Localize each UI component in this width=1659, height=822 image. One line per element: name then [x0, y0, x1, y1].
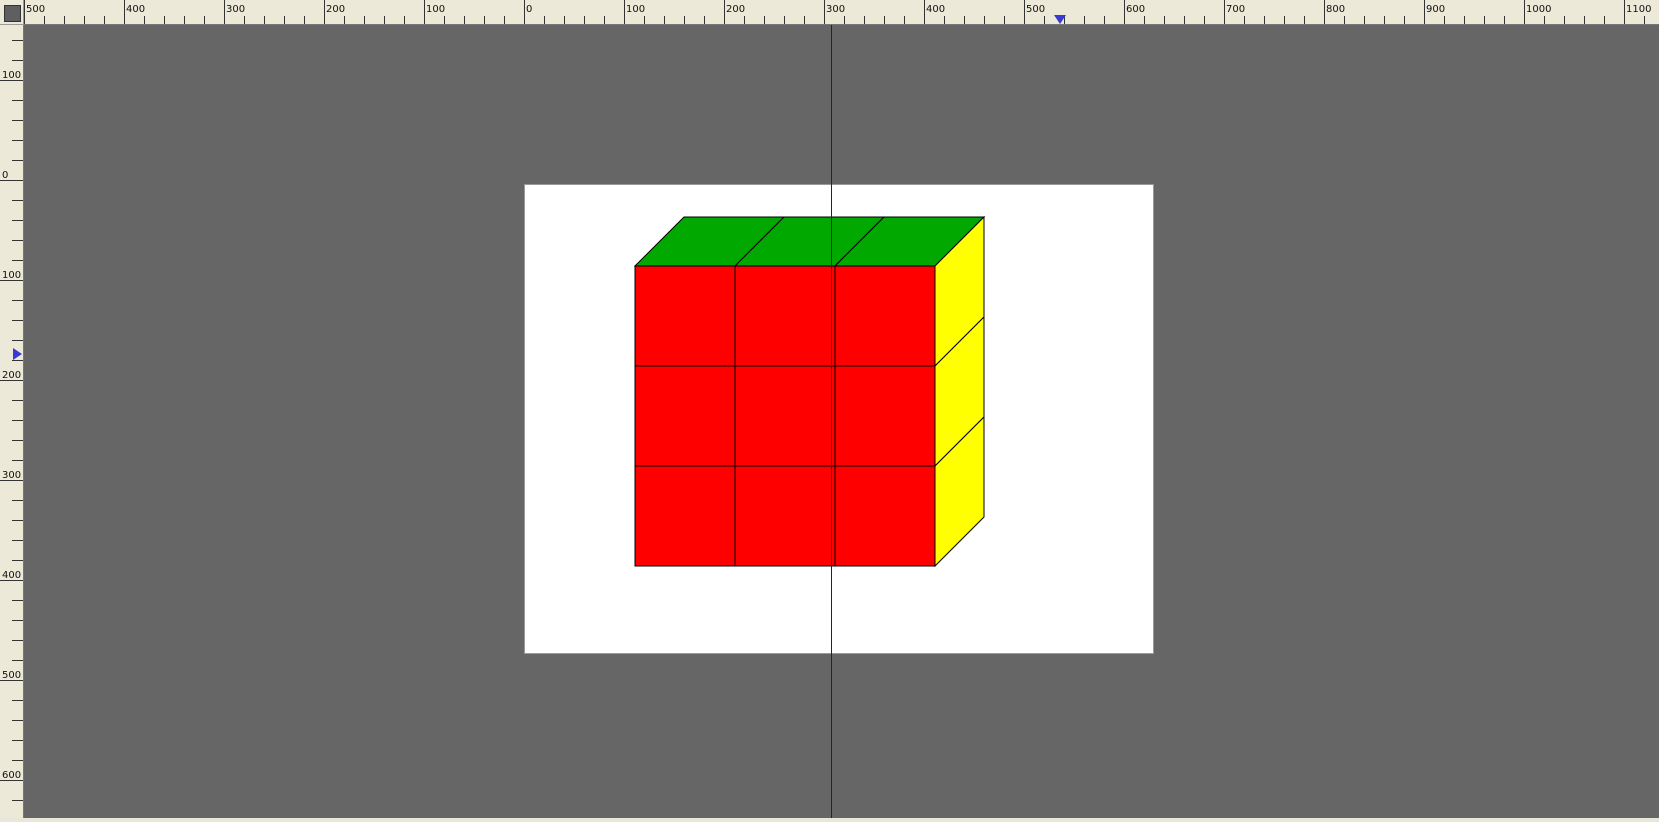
ruler-label: 100 [2, 270, 21, 281]
front-face-cell[interactable] [834, 365, 936, 467]
ruler-label: 100 [2, 70, 21, 81]
ruler-label: 400 [2, 570, 21, 581]
bottom-border [0, 818, 1659, 822]
horizontal-ruler[interactable]: 500 400 300 200 100 0 100 200 300 400 500 600 700 800… [24, 0, 1659, 25]
ruler-label: 300 [2, 470, 21, 481]
drawing-canvas[interactable] [24, 25, 1659, 818]
ruler-origin-box[interactable] [4, 5, 21, 22]
front-face-cell[interactable] [734, 365, 836, 467]
horizontal-ruler-marker[interactable] [1054, 15, 1066, 24]
ruler-label: 0 [2, 170, 8, 181]
ruler-label: 200 [2, 370, 21, 381]
front-face-cell[interactable] [634, 265, 736, 367]
ruler-corner[interactable] [0, 0, 24, 25]
ruler-label: 200 [726, 4, 745, 15]
vertical-guide-line[interactable] [831, 25, 832, 818]
rubiks-cube-drawing[interactable] [525, 185, 1155, 655]
ruler-label: 300 [826, 4, 845, 15]
front-face-cell[interactable] [634, 365, 736, 467]
ruler-label: 100 [626, 4, 645, 15]
ruler-label: 1100 [1626, 4, 1651, 15]
front-face-cell[interactable] [734, 465, 836, 567]
front-face-cell[interactable] [634, 465, 736, 567]
ruler-label: 900 [1426, 4, 1445, 15]
ruler-label: 200 [326, 4, 345, 15]
ruler-label: 700 [1226, 4, 1245, 15]
ruler-label: 500 [2, 670, 21, 681]
ruler-label: 600 [2, 770, 21, 781]
ruler-label: 300 [226, 4, 245, 15]
vertical-ruler-marker[interactable] [13, 348, 22, 360]
vertical-ruler[interactable]: 100 0 100 200 300 400 500 600 [0, 25, 24, 818]
ruler-label: 500 [26, 4, 45, 15]
front-face-cell[interactable] [734, 265, 836, 367]
ruler-label: 100 [426, 4, 445, 15]
ruler-label: 400 [926, 4, 945, 15]
page[interactable] [524, 184, 1154, 654]
ruler-label: 1000 [1526, 4, 1551, 15]
ruler-label: 400 [126, 4, 145, 15]
vertical-ruler-scale: 100 0 100 200 300 400 500 600 [0, 40, 23, 801]
front-face-cell[interactable] [834, 465, 936, 567]
ruler-label: 0 [526, 4, 532, 15]
horizontal-ruler-scale: 500 400 300 200 100 0 100 200 300 400 500 600 700 800… [24, 0, 1651, 24]
front-face-cell[interactable] [834, 265, 936, 367]
ruler-label: 500 [1026, 4, 1045, 15]
ruler-label: 600 [1126, 4, 1145, 15]
ruler-label: 800 [1326, 4, 1345, 15]
